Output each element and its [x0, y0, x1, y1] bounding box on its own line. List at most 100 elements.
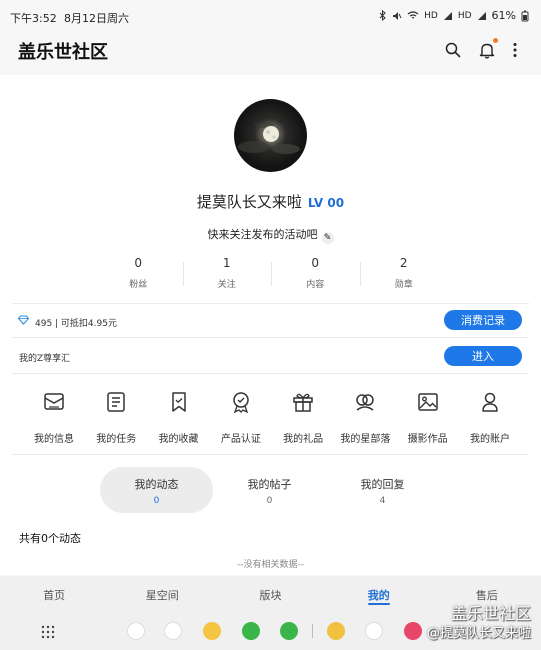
nav-boards[interactable]: 版块 — [216, 576, 324, 612]
tab-my-posts[interactable]: 我的帖子 0 — [213, 467, 326, 513]
network-label: HD — [424, 10, 438, 21]
tab-count: 0 — [266, 496, 273, 506]
activity-tabs: 我的动态 0 我的帖子 0 我的回复 4 — [100, 467, 456, 513]
menu-label: 我的礼品 — [283, 434, 324, 445]
app-grid-icon[interactable] — [41, 625, 55, 639]
menu-label: 我的账户 — [469, 434, 510, 445]
battery-level: 61% — [491, 9, 516, 22]
chat-app-icon[interactable] — [164, 622, 182, 640]
nav-home[interactable]: 首页 — [0, 576, 108, 612]
diamond-icon — [18, 315, 29, 325]
browser-app-icon[interactable] — [365, 622, 383, 640]
menu-product-certification[interactable]: 产品认证 — [211, 390, 271, 445]
profile-card: 提莫队长又来啦 LV 00 快来关注发布的活动吧 ✎ 0 粉丝 1 关注 0 内容 … — [0, 75, 541, 575]
settings-app-icon[interactable] — [327, 622, 345, 640]
vip-club-label: 我的Z尊享汇 — [19, 354, 71, 364]
bio-text: 快来关注发布的活动吧 — [207, 228, 318, 241]
username-row: 提莫队长又来啦 LV 00 — [0, 191, 541, 212]
menu-photography[interactable]: 摄影作品 — [398, 390, 458, 445]
menu-label: 我的收藏 — [158, 434, 199, 445]
points-balance: 495 | 可抵扣4.95元 — [35, 319, 117, 329]
enter-button[interactable]: 进入 — [444, 346, 522, 366]
watermark-brand: 盖乐世社区 — [450, 604, 531, 623]
menu-label: 我的信息 — [34, 434, 74, 445]
status-date: 8月12日周六 — [64, 12, 129, 25]
consumption-record-button[interactable]: 消费记录 — [444, 310, 522, 330]
certificate-icon — [233, 392, 249, 414]
stat-content[interactable]: 0 内容 — [271, 256, 360, 294]
menu-my-account[interactable]: 我的账户 — [460, 390, 520, 445]
menu-label: 摄影作品 — [407, 434, 448, 445]
divider — [12, 454, 529, 455]
wechat-dual-icon[interactable] — [280, 622, 298, 640]
edit-pencil-icon[interactable]: ✎ — [321, 232, 334, 244]
divider — [12, 373, 529, 374]
notification-dot — [493, 38, 498, 43]
app-title: 盖乐世社区 — [18, 42, 108, 63]
network-label: HD — [457, 10, 472, 21]
tab-my-replies[interactable]: 我的回复 4 — [326, 467, 439, 513]
battery-icon — [521, 10, 529, 21]
signal-icon — [443, 11, 452, 20]
bookmark-icon — [171, 392, 186, 412]
tab-count: 4 — [379, 496, 386, 506]
menu-grid: 我的信息 我的任务 我的收藏 产品认证 我的礼品 我的星部落 摄影作品 我的账户 — [24, 390, 520, 445]
nav-mine[interactable]: 我的 — [325, 576, 433, 612]
bell-icon[interactable] — [477, 38, 498, 60]
watermark-user: @提莫队长又来啦 — [426, 626, 531, 641]
menu-label: 我的星部落 — [340, 434, 391, 445]
store-app-icon[interactable] — [404, 622, 422, 640]
stat-following[interactable]: 1 关注 — [182, 256, 272, 294]
menu-my-gifts[interactable]: 我的礼品 — [273, 390, 333, 445]
level-badge: LV 00 — [307, 196, 345, 210]
stat-value: 2 — [399, 256, 408, 270]
nav-star-space[interactable]: 星空间 — [108, 576, 216, 612]
bluetooth-icon — [379, 10, 386, 21]
system-indicators: HD HD 61% — [379, 9, 529, 22]
tab-label: 我的帖子 — [247, 478, 292, 491]
more-vertical-icon[interactable] — [505, 40, 525, 60]
divider — [12, 303, 529, 304]
stat-value: 0 — [311, 256, 320, 270]
tab-count: 0 — [153, 496, 160, 506]
stat-value: 1 — [222, 256, 231, 270]
divider — [12, 337, 529, 338]
stats-row: 0 粉丝 1 关注 0 内容 2 勋章 — [94, 256, 448, 294]
signal-icon — [477, 11, 486, 20]
stat-value: 0 — [134, 256, 143, 270]
username: 提莫队长又来啦 — [196, 193, 302, 211]
phone-app-icon[interactable] — [127, 622, 145, 640]
menu-my-tribe[interactable]: 我的星部落 — [335, 390, 395, 445]
stat-label: 勋章 — [394, 280, 413, 290]
tab-label: 我的动态 — [134, 478, 179, 491]
stat-medals[interactable]: 2 勋章 — [359, 256, 449, 294]
stat-label: 关注 — [217, 280, 236, 290]
mute-icon — [393, 11, 402, 20]
user-icon — [482, 392, 498, 412]
camera-app-icon[interactable] — [203, 622, 221, 640]
dock-separator — [312, 624, 313, 638]
wifi-icon — [407, 10, 419, 19]
stat-label: 粉丝 — [129, 280, 148, 290]
app-bar: 盖乐世社区 — [0, 32, 541, 70]
search-icon[interactable] — [443, 40, 463, 60]
activity-count-title: 共有0个动态 — [19, 532, 81, 545]
tab-my-activity[interactable]: 我的动态 0 — [100, 467, 213, 513]
empty-state-text: --没有相关数据-- — [237, 560, 304, 570]
task-list-icon — [107, 392, 126, 412]
image-icon — [417, 393, 438, 411]
moon-image — [238, 122, 300, 154]
menu-my-info[interactable]: 我的信息 — [24, 390, 84, 445]
community-icon — [356, 394, 375, 411]
status-time: 下午3:52 — [10, 12, 57, 25]
gift-icon — [293, 393, 313, 412]
avatar[interactable] — [234, 99, 307, 172]
menu-my-favorites[interactable]: 我的收藏 — [149, 390, 209, 445]
status-bar: 下午3:52 8月12日周六 HD HD 61% — [0, 0, 541, 32]
menu-my-tasks[interactable]: 我的任务 — [86, 390, 146, 445]
wechat-icon[interactable] — [242, 622, 260, 640]
stat-label: 内容 — [306, 280, 325, 290]
menu-label: 我的任务 — [96, 434, 137, 445]
bio-row: 快来关注发布的活动吧 ✎ — [0, 226, 541, 244]
stat-followers[interactable]: 0 粉丝 — [94, 256, 183, 294]
